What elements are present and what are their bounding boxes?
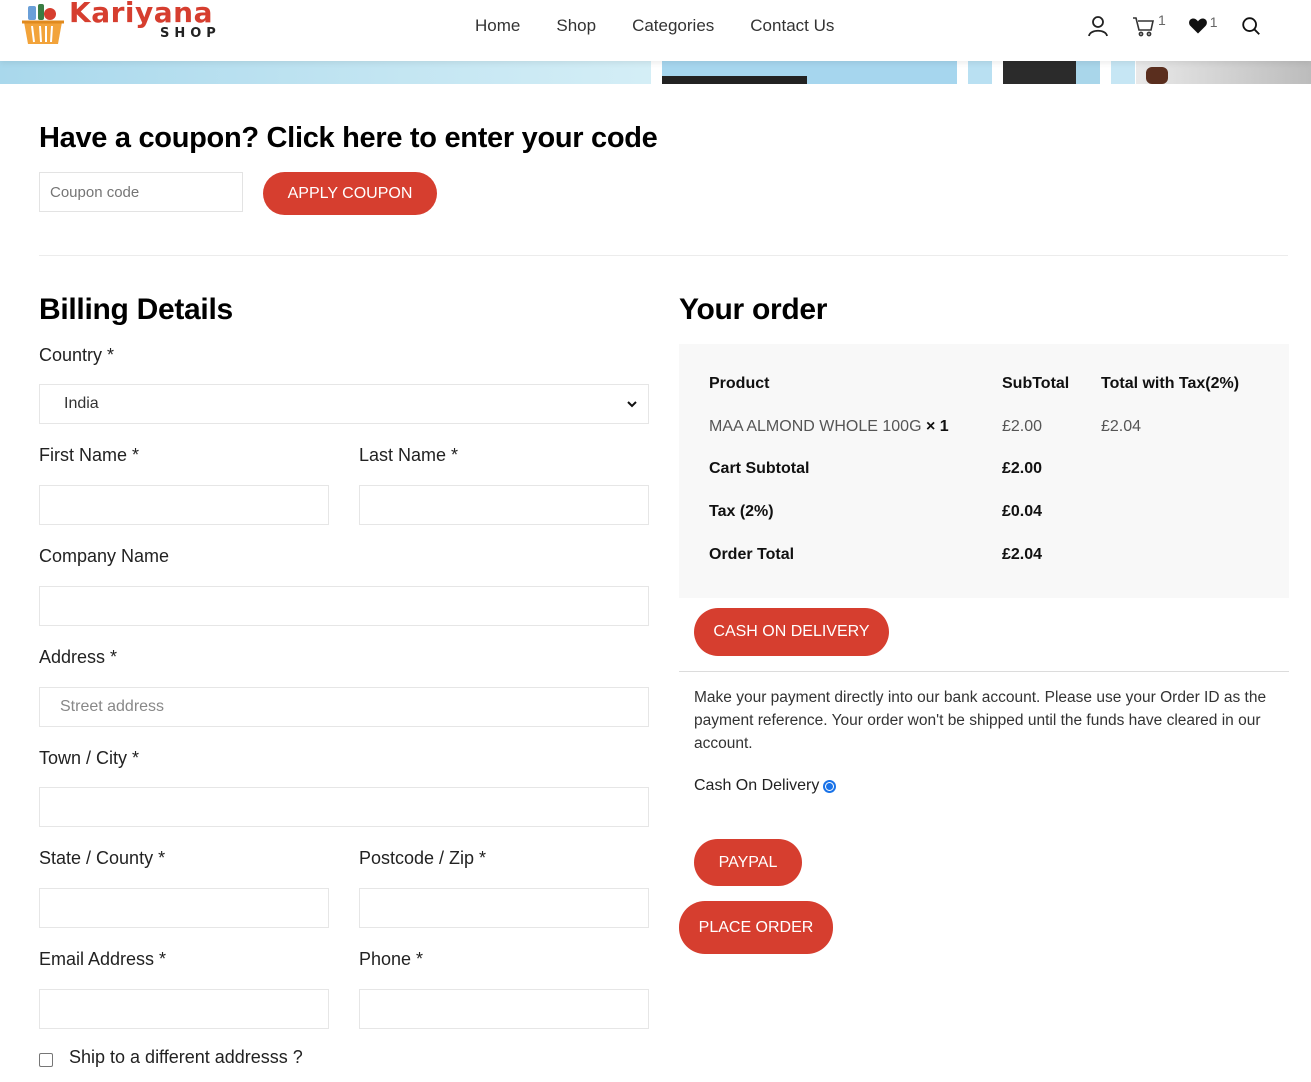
basket-icon [22, 4, 64, 44]
payment-divider [679, 671, 1289, 672]
logo-sub: SHOP [160, 26, 221, 41]
cod-radio[interactable] [823, 779, 837, 793]
email-field[interactable] [39, 989, 329, 1029]
address-field[interactable]: Street address [39, 687, 649, 727]
state-field[interactable] [39, 888, 329, 928]
order-title: Your order [679, 293, 828, 326]
search-icon [1241, 17, 1260, 35]
divider [39, 255, 1288, 256]
cod-option[interactable]: Cash On Delivery [694, 777, 837, 795]
country-value: India [64, 395, 99, 412]
last-name-field[interactable] [359, 485, 649, 525]
banner-image [1111, 61, 1135, 84]
place-order-button[interactable]: PLACE ORDER [679, 901, 833, 954]
postcode-field[interactable] [359, 888, 649, 928]
cart-count: 1 [1158, 12, 1166, 28]
header-total: Total with Tax(2%) [1101, 375, 1240, 392]
cod-label: Cash On Delivery [694, 777, 820, 794]
banner-image [1003, 61, 1100, 84]
phone-field[interactable] [359, 989, 649, 1029]
heart-icon [1188, 18, 1207, 34]
first-name-label: First Name * [39, 445, 140, 465]
payment-description: Make your payment directly into our bank… [694, 689, 1267, 752]
radio-dot [826, 782, 834, 790]
item-qty: × 1 [925, 418, 949, 435]
state-label: State / County * [39, 848, 166, 868]
page-banner [0, 61, 1311, 84]
item-subtotal: £2.00 [1002, 418, 1043, 435]
chevron-down-icon [627, 401, 637, 408]
tax-label: Tax (2%) [709, 503, 774, 520]
address-label: Address * [39, 647, 118, 667]
tax-value: £0.04 [1002, 503, 1043, 520]
coupon-input[interactable] [39, 172, 243, 212]
site-header: Kariyana SHOP Home Shop Categories Conta… [0, 0, 1311, 61]
item-total: £2.04 [1101, 418, 1142, 435]
cart-subtotal-label: Cart Subtotal [709, 460, 810, 477]
email-label: Email Address * [39, 949, 167, 969]
logo-name: Kariyana [69, 0, 213, 29]
logo[interactable]: Kariyana SHOP [20, 0, 230, 52]
banner-image [662, 61, 957, 84]
last-name-label: Last Name * [359, 445, 459, 465]
banner-image [1136, 61, 1311, 84]
town-field[interactable] [39, 787, 649, 827]
phone-label: Phone * [359, 949, 424, 969]
search-button[interactable] [1240, 15, 1262, 37]
company-label: Company Name [39, 546, 170, 566]
country-label: Country * [39, 345, 115, 365]
user-icon [1088, 16, 1108, 37]
address-placeholder: Street address [60, 698, 165, 715]
ship-different-checkbox[interactable] [39, 1053, 53, 1067]
item-name: MAA ALMOND WHOLE 100G × 1 [709, 418, 949, 436]
cart-button[interactable]: 1 [1132, 12, 1166, 38]
first-name-field[interactable] [39, 485, 329, 525]
cash-on-delivery-button[interactable]: CASH ON DELIVERY [694, 608, 889, 656]
nav-home[interactable]: Home [475, 16, 520, 36]
wishlist-count: 1 [1209, 14, 1218, 30]
order-total-value: £2.04 [1002, 546, 1043, 563]
nav-categories[interactable]: Categories [632, 16, 714, 36]
paypal-button[interactable]: PAYPAL [694, 839, 802, 886]
cart-icon [1133, 17, 1154, 37]
coupon-toggle[interactable]: Have a coupon? Click here to enter your … [39, 122, 658, 155]
banner-image [968, 61, 992, 84]
billing-title: Billing Details [39, 293, 233, 326]
banner-image [0, 61, 651, 84]
nav-contact[interactable]: Contact Us [750, 16, 834, 36]
main-nav: Home Shop Categories Contact Us [475, 16, 870, 36]
town-label: Town / City * [39, 748, 140, 768]
item-name-text: MAA ALMOND WHOLE 100G [709, 418, 922, 435]
wishlist-button[interactable]: 1 [1188, 14, 1218, 36]
apply-coupon-button[interactable]: APPLY COUPON [263, 172, 437, 215]
account-button[interactable] [1086, 14, 1110, 38]
company-field[interactable] [39, 586, 649, 626]
header-product: Product [709, 375, 770, 392]
country-select[interactable]: India [39, 384, 649, 424]
header-subtotal: SubTotal [1002, 375, 1070, 392]
postcode-label: Postcode / Zip * [359, 848, 487, 868]
nav-shop[interactable]: Shop [556, 16, 596, 36]
cart-subtotal-value: £2.00 [1002, 460, 1043, 477]
order-total-label: Order Total [709, 546, 795, 563]
header-icons: 1 1 [1086, 12, 1284, 38]
ship-different-label: Ship to a different addresss ? [69, 1047, 303, 1067]
